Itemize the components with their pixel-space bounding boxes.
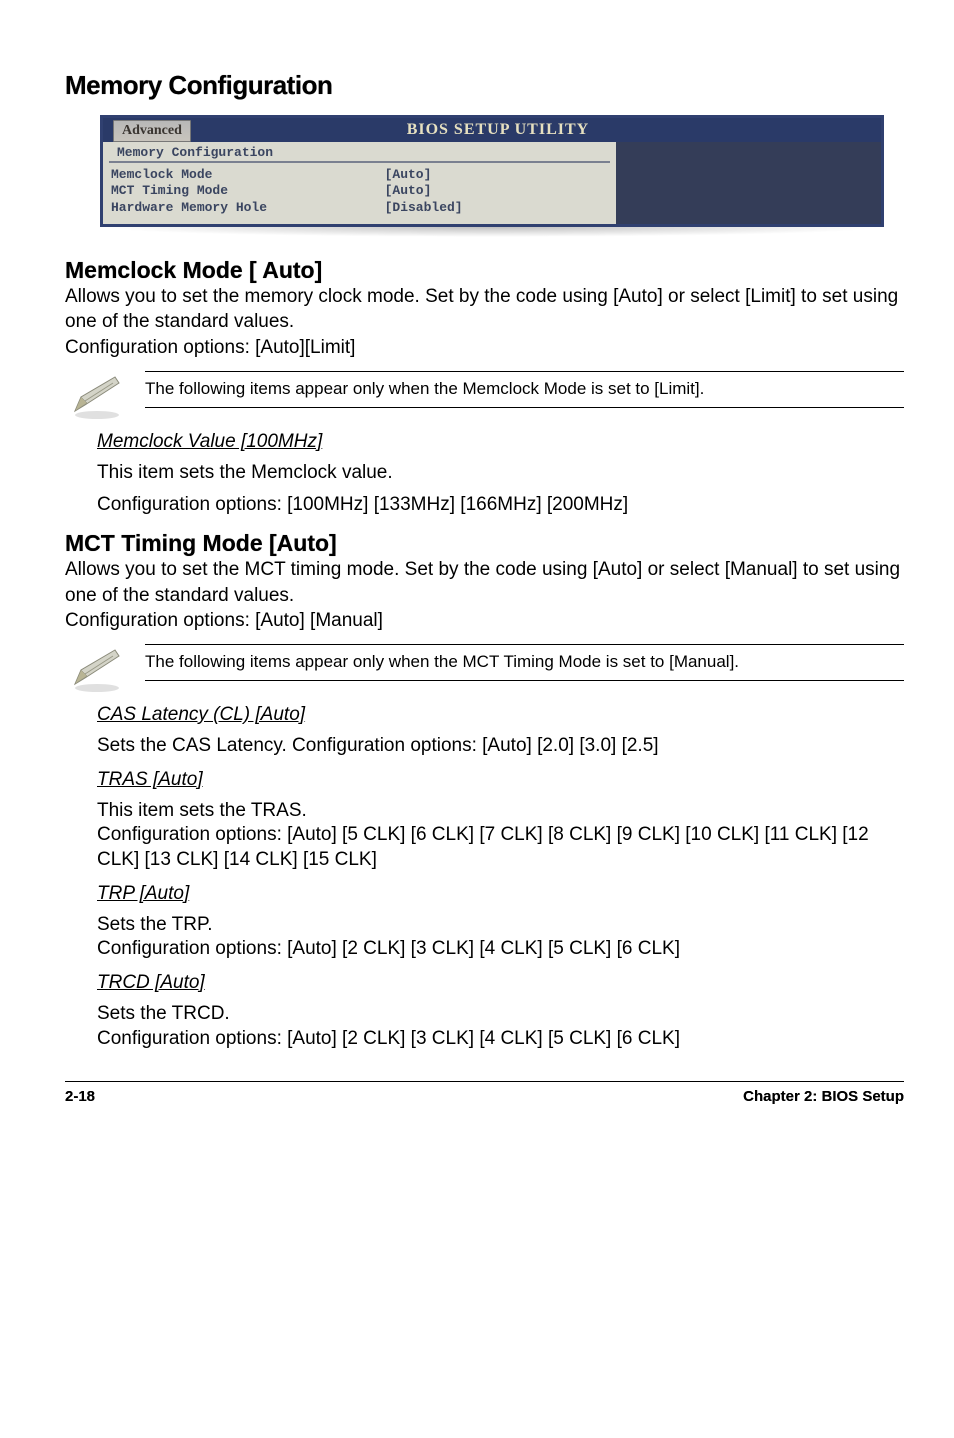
bios-row-key: Hardware Memory Hole [111, 200, 385, 216]
cas-heading: CAS Latency (CL) [Auto] [97, 704, 904, 726]
note-text: The following items appear only when the… [145, 644, 904, 681]
mct-body: Allows you to set the MCT timing mode. S… [65, 557, 904, 634]
shadow-decor [100, 227, 884, 237]
note-mct: The following items appear only when the… [65, 644, 904, 694]
bios-row-key: MCT Timing Mode [111, 183, 385, 199]
bios-row-key: Memclock Mode [111, 167, 385, 183]
bios-row: MCT Timing Mode [Auto] [111, 183, 608, 199]
bios-row: Memclock Mode [Auto] [111, 167, 608, 183]
memclock-mode-body: Allows you to set the memory clock mode.… [65, 284, 904, 361]
footer-page-number: 2-18 [65, 1088, 95, 1105]
trcd-heading: TRCD [Auto] [97, 972, 904, 994]
trp-heading: TRP [Auto] [97, 883, 904, 905]
bios-tab-advanced: Advanced [113, 120, 191, 142]
note-memclock: The following items appear only when the… [65, 371, 904, 421]
footer-chapter: Chapter 2: BIOS Setup [743, 1088, 904, 1105]
bios-row-val: [Auto] [385, 167, 609, 183]
page-heading: Memory Configuration [65, 70, 904, 101]
memclock-value-line2: Configuration options: [100MHz] [133MHz]… [97, 493, 904, 518]
cas-line: Sets the CAS Latency. Configuration opti… [97, 734, 904, 759]
memclock-value-line1: This item sets the Memclock value. [97, 461, 904, 486]
mct-heading: MCT Timing Mode [Auto] [65, 530, 904, 557]
tras-line: This item sets the TRAS. Configuration o… [97, 799, 904, 873]
bios-left-panel: Memory Configuration Memclock Mode [Auto… [103, 142, 616, 224]
bios-row-val: [Auto] [385, 183, 609, 199]
bios-screenshot: Advanced BIOS SETUP UTILITY Memory Confi… [100, 115, 884, 227]
pencil-icon [67, 371, 127, 421]
bios-header: Advanced BIOS SETUP UTILITY [103, 118, 881, 142]
trcd-line: Sets the TRCD. Configuration options: [A… [97, 1002, 904, 1051]
bios-right-panel [616, 142, 881, 224]
bios-row-val: [Disabled] [385, 200, 609, 216]
memclock-mode-heading: Memclock Mode [ Auto] [65, 257, 904, 284]
trp-line: Sets the TRP. Configuration options: [Au… [97, 913, 904, 962]
pencil-icon [67, 644, 127, 694]
bios-panel-title: Memory Configuration [109, 142, 610, 163]
bios-row: Hardware Memory Hole [Disabled] [111, 200, 608, 216]
tras-heading: TRAS [Auto] [97, 769, 904, 791]
note-text: The following items appear only when the… [145, 371, 904, 408]
bios-body: Memory Configuration Memclock Mode [Auto… [103, 142, 881, 224]
bios-title: BIOS SETUP UTILITY [195, 121, 881, 139]
page-footer: 2-18 Chapter 2: BIOS Setup [65, 1081, 904, 1105]
memclock-value-heading: Memclock Value [100MHz] [97, 431, 904, 453]
